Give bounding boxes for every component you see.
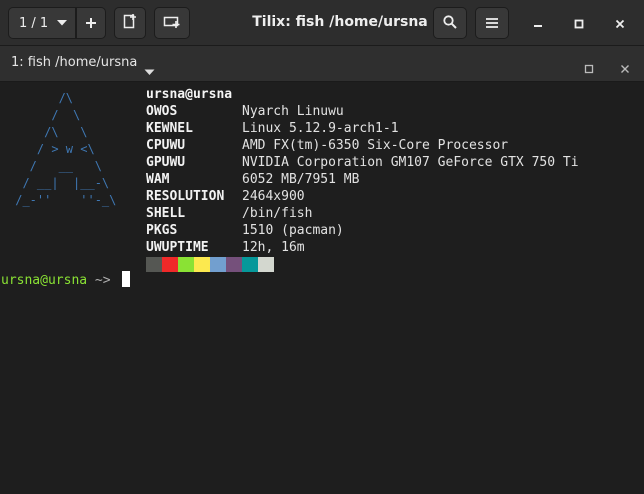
user-host-line: ursna@ursna — [146, 86, 579, 103]
color-palette — [146, 257, 579, 272]
palette-swatch — [146, 257, 162, 272]
info-row: KEWNEL Linux 5.12.9-arch1-1 — [146, 120, 579, 137]
info-value: NVIDIA Corporation GM107 GeForce GTX 750… — [242, 155, 579, 170]
info-row: CPUWU AMD FX(tm)-6350 Six-Core Processor — [146, 137, 579, 154]
palette-swatch — [210, 257, 226, 272]
maximize-terminal-icon[interactable] — [584, 59, 594, 78]
palette-swatch — [226, 257, 242, 272]
info-value: 2464x900 — [242, 189, 305, 204]
split-horizontal-button[interactable] — [154, 7, 190, 39]
system-info: ursna@ursna OWOS Nyarch Linuwu KEWNEL Linux… — [146, 86, 579, 272]
info-key: KEWNEL — [146, 121, 193, 136]
info-key: OWOS — [146, 104, 178, 119]
info-value: 1510 (pacman) — [242, 223, 344, 238]
info-key: PKGS — [146, 223, 178, 238]
find-button[interactable] — [433, 7, 467, 39]
chevron-down-icon — [56, 16, 68, 31]
add-session-button[interactable] — [76, 7, 106, 39]
add-terminal-down-icon — [123, 13, 137, 33]
terminal-title[interactable]: 1: fish /home/ursna — [11, 55, 137, 70]
palette-swatch — [162, 257, 178, 272]
distro-ascii-logo: /\ / \ /\ \ / > w <\ / __ \ / __| |__-\ … — [15, 91, 117, 207]
info-value: Linux 5.12.9-arch1-1 — [242, 121, 399, 136]
split-vertical-button[interactable] — [114, 7, 146, 39]
info-value: AMD FX(tm)-6350 Six-Core Processor — [242, 138, 509, 153]
menu-button[interactable] — [475, 7, 509, 39]
plus-icon — [85, 14, 97, 33]
add-terminal-right-icon — [163, 14, 181, 33]
info-row: RESOLUTION 2464x900 — [146, 188, 579, 205]
minimize-button[interactable] — [530, 15, 546, 31]
terminal-view[interactable]: /\ / \ /\ \ / > w <\ / __ \ / __| |__-\ … — [0, 82, 644, 494]
info-value: /bin/fish — [242, 206, 313, 221]
close-icon — [615, 14, 625, 33]
terminal-cursor — [122, 271, 131, 287]
info-row: SHELL/bin/fish — [146, 205, 579, 222]
info-value: 12h, 16m — [242, 240, 305, 255]
info-value: Nyarch Linuwu — [242, 104, 344, 119]
palette-swatch — [242, 257, 258, 272]
header-bar: 1 / 1 Tilix: fish /home/ursna — [0, 0, 644, 46]
session-indicator: 1 / 1 — [19, 15, 49, 31]
hamburger-menu-icon — [486, 14, 498, 33]
close-button[interactable] — [612, 15, 628, 31]
info-row: OWOS Nyarch Linuwu — [146, 103, 579, 120]
info-row: WAM 6052 MB/7951 MB — [146, 171, 579, 188]
close-terminal-icon[interactable] — [620, 59, 630, 78]
palette-swatch — [258, 257, 274, 272]
prompt-user-host: ursna@ursna — [1, 273, 88, 288]
info-key: UWUPTIME — [146, 240, 209, 255]
maximize-button[interactable] — [571, 15, 587, 31]
info-key: SHELL — [146, 206, 186, 221]
info-rows: OWOS Nyarch Linuwu KEWNEL Linux 5.12.9-arch… — [146, 103, 579, 256]
info-key: CPUWU — [146, 138, 186, 153]
session-switcher-button[interactable]: 1 / 1 — [8, 7, 76, 39]
shell-prompt: ursna@ursna ~> — [1, 271, 131, 289]
info-value: 6052 MB/7951 MB — [242, 172, 360, 187]
terminal-title-bar: 1: fish /home/ursna — [0, 46, 644, 82]
minimize-icon — [533, 14, 543, 33]
chevron-down-icon[interactable] — [144, 61, 155, 80]
search-icon — [443, 14, 457, 33]
prompt-path: ~> — [94, 273, 111, 288]
info-key: RESOLUTION — [146, 189, 225, 204]
user-host: ursna@ursna — [146, 87, 233, 102]
info-row: GPUWU NVIDIA Corporation GM107 GeForce GT… — [146, 154, 579, 171]
palette-swatch — [194, 257, 210, 272]
info-row: UWUPTIME 12h, 16m — [146, 239, 579, 256]
info-key: GPUWU — [146, 155, 186, 170]
info-key: WAM — [146, 172, 170, 187]
info-row: PKGS 1510 (pacman) — [146, 222, 579, 239]
palette-swatch — [178, 257, 194, 272]
maximize-icon — [574, 14, 584, 33]
